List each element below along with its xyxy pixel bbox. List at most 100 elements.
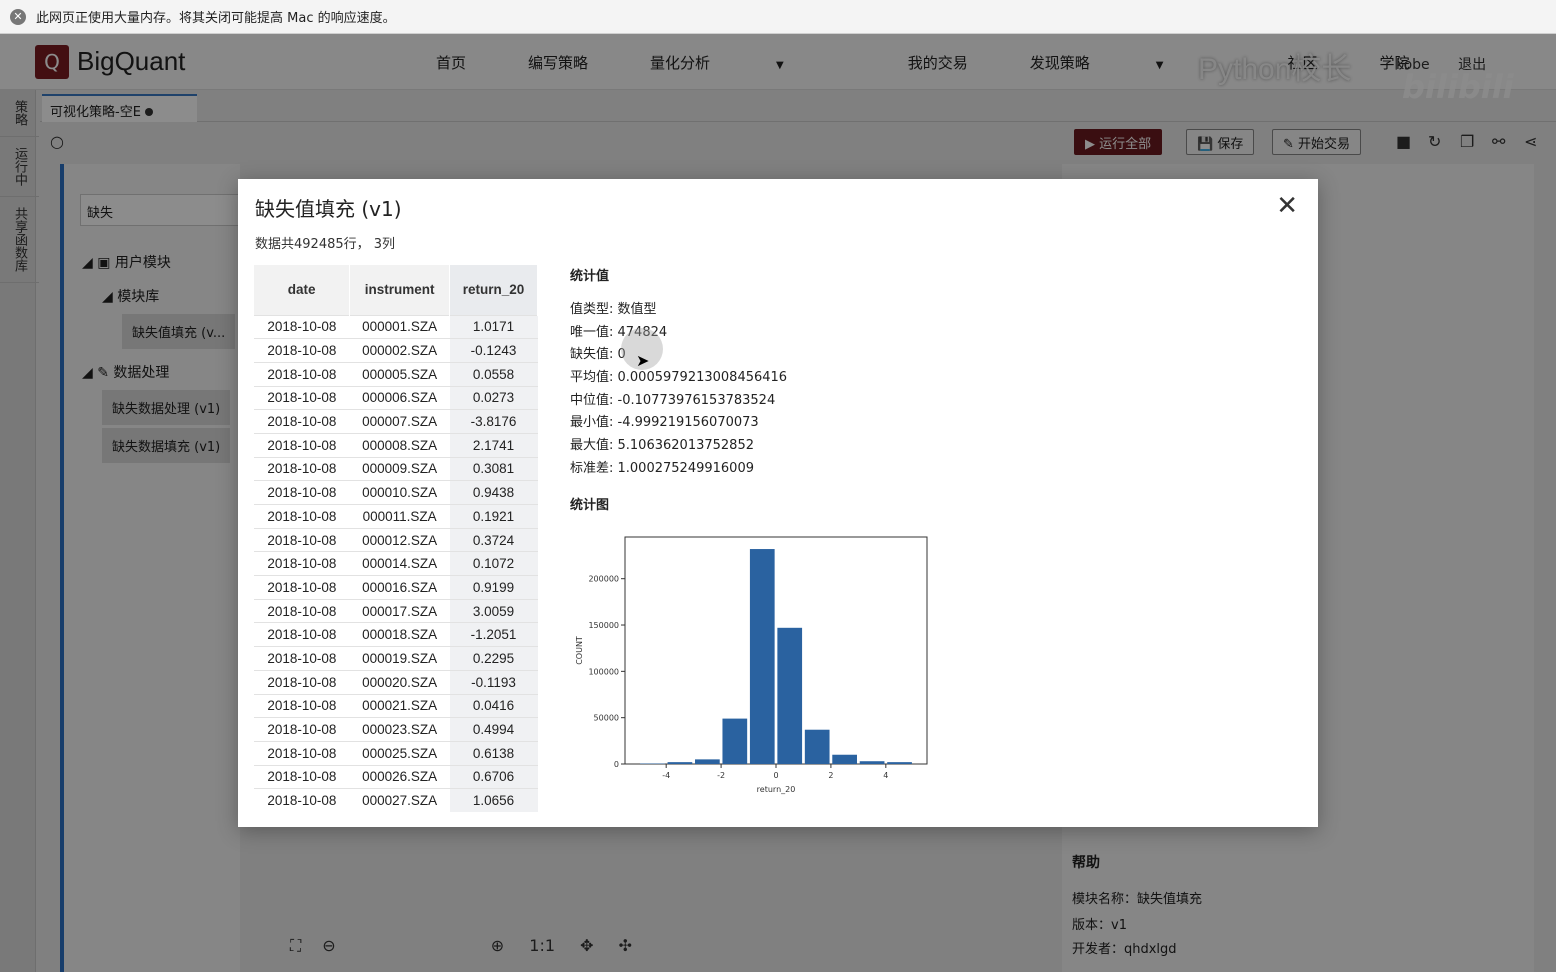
table-row: 2018-10-08 000026.SZA 0.6706 <box>254 764 538 789</box>
table-row: 2018-10-08 000002.SZA -0.1243 <box>254 338 538 363</box>
table-row: 2018-10-08 000019.SZA 0.2295 <box>254 646 538 671</box>
cell-return: -0.1243 <box>449 338 538 363</box>
col-header-date[interactable]: date <box>254 265 351 315</box>
x-tick-label: -4 <box>662 771 670 780</box>
cell-instrument: 000001.SZA <box>349 314 450 339</box>
cell-instrument: 000008.SZA <box>349 432 450 458</box>
table-row: 2018-10-08 000009.SZA 0.3081 <box>254 456 538 481</box>
y-tick-label: 200000 <box>588 575 619 584</box>
stat-line: 值类型: 数值型 <box>570 302 657 317</box>
cell-date: 2018-10-08 <box>254 432 350 458</box>
stat-line: 平均值: 0.0005979213008456416 <box>570 370 788 386</box>
cell-return: -0.1193 <box>449 669 538 694</box>
cell-return: 0.0416 <box>449 693 538 718</box>
table-row: 2018-10-08 000016.SZA 0.9199 <box>254 575 538 600</box>
stats-panel: 统计值 值类型: 数值型 唯一值: 474824 缺失值: 0 平均值: 0.0005… <box>570 265 787 513</box>
cell-instrument: 000019.SZA <box>349 646 450 671</box>
x-tick-label: -2 <box>717 771 725 780</box>
cell-date: 2018-10-08 <box>254 338 350 363</box>
cell-date: 2018-10-08 <box>254 480 350 505</box>
table-row: 2018-10-08 000018.SZA -1.2051 <box>254 622 538 647</box>
cell-date: 2018-10-08 <box>254 788 350 813</box>
histogram-bar <box>749 549 775 764</box>
cell-return: -3.8176 <box>449 409 538 434</box>
cell-date: 2018-10-08 <box>254 669 350 694</box>
cell-date: 2018-10-08 <box>254 527 350 552</box>
cell-date: 2018-10-08 <box>254 361 350 387</box>
histogram-bar <box>832 754 857 764</box>
stats-heading: 统计值 <box>570 269 610 284</box>
cell-return: 0.1072 <box>449 551 538 576</box>
table-row: 2018-10-08 000011.SZA 0.1921 <box>254 504 538 529</box>
cell-return: 0.3081 <box>449 456 538 481</box>
cell-return: 0.0558 <box>449 361 538 387</box>
cell-instrument: 000005.SZA <box>349 361 450 387</box>
cell-date: 2018-10-08 <box>254 409 350 434</box>
table-row: 2018-10-08 000014.SZA 0.1072 <box>254 551 538 576</box>
cell-return: 0.6706 <box>449 764 538 789</box>
cell-instrument: 000027.SZA <box>349 788 450 813</box>
cell-date: 2018-10-08 <box>254 456 350 481</box>
cell-instrument: 000012.SZA <box>349 527 450 552</box>
close-icon[interactable]: ✕ <box>1276 191 1298 221</box>
table-row: 2018-10-08 000027.SZA 1.0656 <box>254 788 538 813</box>
cell-instrument: 000009.SZA <box>349 456 450 481</box>
table-row: 2018-10-08 000017.SZA 3.0059 <box>254 598 538 623</box>
cell-instrument: 000002.SZA <box>349 338 450 363</box>
table-row: 2018-10-08 000001.SZA 1.0171 <box>254 314 538 339</box>
chart-heading: 统计图 <box>570 497 610 513</box>
cell-return: 0.4994 <box>449 717 538 742</box>
cell-instrument: 000011.SZA <box>349 504 450 529</box>
cell-instrument: 000023.SZA <box>349 717 450 742</box>
table-row: 2018-10-08 000023.SZA 0.4994 <box>254 717 538 742</box>
x-tick-label: 0 <box>773 771 778 780</box>
histogram-bar <box>667 762 693 764</box>
table-row: 2018-10-08 000007.SZA -3.8176 <box>254 409 538 434</box>
cell-return: -1.2051 <box>449 622 538 647</box>
memory-warning-bar: ✕ 此网页正使用大量内存。将其关闭可能提高 Mac 的响应速度。 <box>0 0 1556 34</box>
cell-return: 0.1921 <box>449 504 538 529</box>
cell-date: 2018-10-08 <box>254 385 350 410</box>
cell-date: 2018-10-08 <box>254 717 350 742</box>
col-header-instrument[interactable]: instrument <box>349 265 451 315</box>
cell-date: 2018-10-08 <box>254 646 350 671</box>
cell-date: 2018-10-08 <box>254 598 350 623</box>
stat-line: 最大值: 5.106362013752852 <box>570 438 754 454</box>
x-tick-label: 2 <box>828 771 833 780</box>
table-row: 2018-10-08 000012.SZA 0.3724 <box>254 527 538 552</box>
table-row: 2018-10-08 000008.SZA 2.1741 <box>254 432 538 458</box>
cell-instrument: 000014.SZA <box>349 551 450 576</box>
histogram-bar <box>887 762 912 764</box>
cell-date: 2018-10-08 <box>254 740 350 766</box>
cell-date: 2018-10-08 <box>254 693 350 718</box>
cell-date: 2018-10-08 <box>254 622 350 647</box>
histogram-chart: 0 50000 100000 150000 200000 -4 -2 0 2 4 return_20… <box>575 536 928 794</box>
y-tick-label: 150000 <box>588 621 619 630</box>
x-tick-label: 4 <box>883 771 888 780</box>
col-header-return[interactable]: return_20 <box>449 265 538 315</box>
table-header-row: date instrument return_20 <box>254 265 538 315</box>
stat-line: 标准差: 1.000275249916009 <box>570 460 754 476</box>
close-warning-icon[interactable]: ✕ <box>10 8 26 25</box>
x-axis-label: return_20 <box>757 785 796 794</box>
cell-return: 1.0171 <box>449 314 538 339</box>
cell-return: 0.2295 <box>449 646 538 671</box>
cell-instrument: 000016.SZA <box>349 575 450 600</box>
data-table-wrap[interactable]: date instrument return_20 2018-10-08 0000… <box>254 265 538 815</box>
stat-line: 中位值: -0.10773976153783524 <box>570 392 776 408</box>
histogram-bar <box>804 729 830 764</box>
cell-date: 2018-10-08 <box>254 314 350 339</box>
cell-instrument: 000018.SZA <box>349 622 450 647</box>
cell-return: 0.0273 <box>449 385 538 410</box>
histogram-bar <box>722 718 748 764</box>
mouse-pointer-icon: ➤ <box>636 351 650 370</box>
table-row: 2018-10-08 000005.SZA 0.0558 <box>254 361 538 387</box>
histogram-bar <box>777 627 803 764</box>
cell-date: 2018-10-08 <box>254 764 350 789</box>
stat-line: 缺失值: 0 <box>570 347 626 363</box>
y-axis-label: COUNT <box>575 636 584 665</box>
y-tick-label: 50000 <box>594 714 619 723</box>
data-preview-modal: 缺失值填充 (v1) ✕ 数据共492485行， 3列 date instrum… <box>238 179 1318 827</box>
cell-instrument: 000010.SZA <box>349 480 450 505</box>
cell-date: 2018-10-08 <box>254 575 350 600</box>
